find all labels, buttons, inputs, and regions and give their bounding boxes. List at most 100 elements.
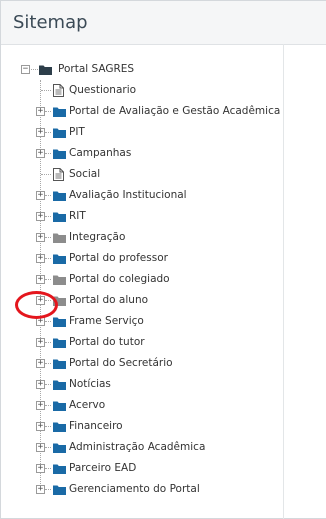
tree-item[interactable]: + Portal do Secretário [0, 353, 283, 374]
folder-gray-icon [53, 295, 66, 309]
tree-item[interactable]: + Portal de Avaliação e Gestão Acadêmica [0, 101, 283, 122]
folder-icon [53, 442, 66, 456]
tree-item[interactable]: + Integração [0, 227, 283, 248]
tree-item[interactable]: + RIT [0, 206, 283, 227]
tree-connector [45, 153, 51, 154]
folder-icon [53, 106, 66, 120]
tree-connector [45, 405, 51, 406]
tree-item-label: Avaliação Institucional [69, 189, 187, 201]
tree-item[interactable]: + Financeiro [0, 416, 283, 437]
tree-connector [45, 216, 51, 217]
tree-connector [45, 132, 51, 133]
tree-item-label: Integração [69, 231, 126, 243]
tree-item[interactable]: + Parceiro EAD [0, 458, 283, 479]
folder-icon [53, 211, 66, 225]
tree-item-label: PIT [69, 126, 85, 138]
folder-dark-icon [39, 64, 52, 78]
tree-item[interactable]: + PIT [0, 122, 283, 143]
tree-item-label: Portal do colegiado [69, 273, 170, 285]
tree-item[interactable]: Social [0, 164, 283, 185]
tree-item-label: RIT [69, 210, 86, 222]
tree-item[interactable]: + Portal do colegiado [0, 269, 283, 290]
folder-icon [53, 253, 66, 267]
tree-connector [41, 90, 51, 91]
folder-icon [53, 463, 66, 477]
tree-item[interactable]: + Frame Serviço [0, 311, 283, 332]
folder-icon [53, 316, 66, 330]
tree-item[interactable]: + Portal do aluno [0, 290, 283, 311]
tree-connector [45, 489, 51, 490]
plus-icon[interactable]: + [36, 380, 45, 389]
tree-connector [31, 69, 38, 70]
folder-icon [53, 337, 66, 351]
tree-item-label: Financeiro [69, 420, 123, 432]
tree-connector [45, 342, 51, 343]
tree-item[interactable]: + Acervo [0, 395, 283, 416]
page-icon [53, 168, 64, 184]
plus-icon[interactable]: + [36, 317, 45, 326]
plus-icon[interactable]: + [36, 107, 45, 116]
folder-icon [53, 484, 66, 498]
tree-connector [45, 111, 51, 112]
plus-icon[interactable]: + [36, 338, 45, 347]
tree-connector [45, 363, 51, 364]
tree-connector [45, 447, 51, 448]
tree-item[interactable]: Questionario [0, 80, 283, 101]
folder-gray-icon [53, 232, 66, 246]
tree-connector [45, 384, 51, 385]
tree-item[interactable]: + Gerenciamento do Portal [0, 479, 283, 500]
tree-item-label: Portal do professor [69, 252, 168, 264]
tree-root-label: Portal SAGRES [58, 63, 135, 75]
folder-icon [53, 379, 66, 393]
tree-connector [45, 426, 51, 427]
plus-icon[interactable]: + [36, 485, 45, 494]
tree-connector [45, 258, 51, 259]
tree-item-label: Parceiro EAD [69, 462, 137, 474]
plus-icon[interactable]: + [36, 464, 45, 473]
tree-item-label: Notícias [69, 378, 111, 390]
tree-item[interactable]: + Portal do tutor [0, 332, 283, 353]
tree-connector [45, 300, 51, 301]
plus-icon[interactable]: + [36, 275, 45, 284]
plus-icon[interactable]: + [36, 359, 45, 368]
tree-item-label: Acervo [69, 399, 106, 411]
tree-item-label: Portal do Secretário [69, 357, 173, 369]
plus-icon[interactable]: + [36, 443, 45, 452]
folder-gray-icon [53, 274, 66, 288]
tree-root-node[interactable]: − Portal SAGRES [0, 59, 283, 80]
tree-connector [45, 195, 51, 196]
plus-icon[interactable]: + [36, 422, 45, 431]
plus-icon[interactable]: + [36, 191, 45, 200]
tree-connector [45, 237, 51, 238]
tree-item[interactable]: + Portal do professor [0, 248, 283, 269]
tree-item-label: Portal de Avaliação e Gestão Acadêmica [69, 105, 281, 117]
page-icon [53, 84, 64, 100]
plus-icon[interactable]: + [36, 296, 45, 305]
tree-item-label: Questionario [69, 84, 137, 96]
tree-item[interactable]: + Campanhas [0, 143, 283, 164]
tree-connector [41, 174, 51, 175]
folder-icon [53, 358, 66, 372]
tree-item-label: Frame Serviço [69, 315, 144, 327]
tree-item-label: Social [69, 168, 101, 180]
tree-item-label: Portal do tutor [69, 336, 145, 348]
tree-connector [45, 468, 51, 469]
tree-connector [45, 321, 51, 322]
folder-icon [53, 148, 66, 162]
tree-item[interactable]: + Notícias [0, 374, 283, 395]
tree-item-label: Gerenciamento do Portal [69, 483, 200, 495]
tree-item-label: Portal do aluno [69, 294, 149, 306]
folder-icon [53, 421, 66, 435]
tree-item-label: Campanhas [69, 147, 132, 159]
minus-icon[interactable]: − [21, 65, 30, 74]
plus-icon[interactable]: + [36, 149, 45, 158]
plus-icon[interactable]: + [36, 128, 45, 137]
tree-item[interactable]: + Avaliação Institucional [0, 185, 283, 206]
plus-icon[interactable]: + [36, 254, 45, 263]
plus-icon[interactable]: + [36, 401, 45, 410]
plus-icon[interactable]: + [36, 233, 45, 242]
plus-icon[interactable]: + [36, 212, 45, 221]
tree-item[interactable]: + Administração Acadêmica [0, 437, 283, 458]
sitemap-tree: − Portal SAGRES Questionario + Portal de A… [0, 0, 326, 519]
tree-connector [45, 279, 51, 280]
